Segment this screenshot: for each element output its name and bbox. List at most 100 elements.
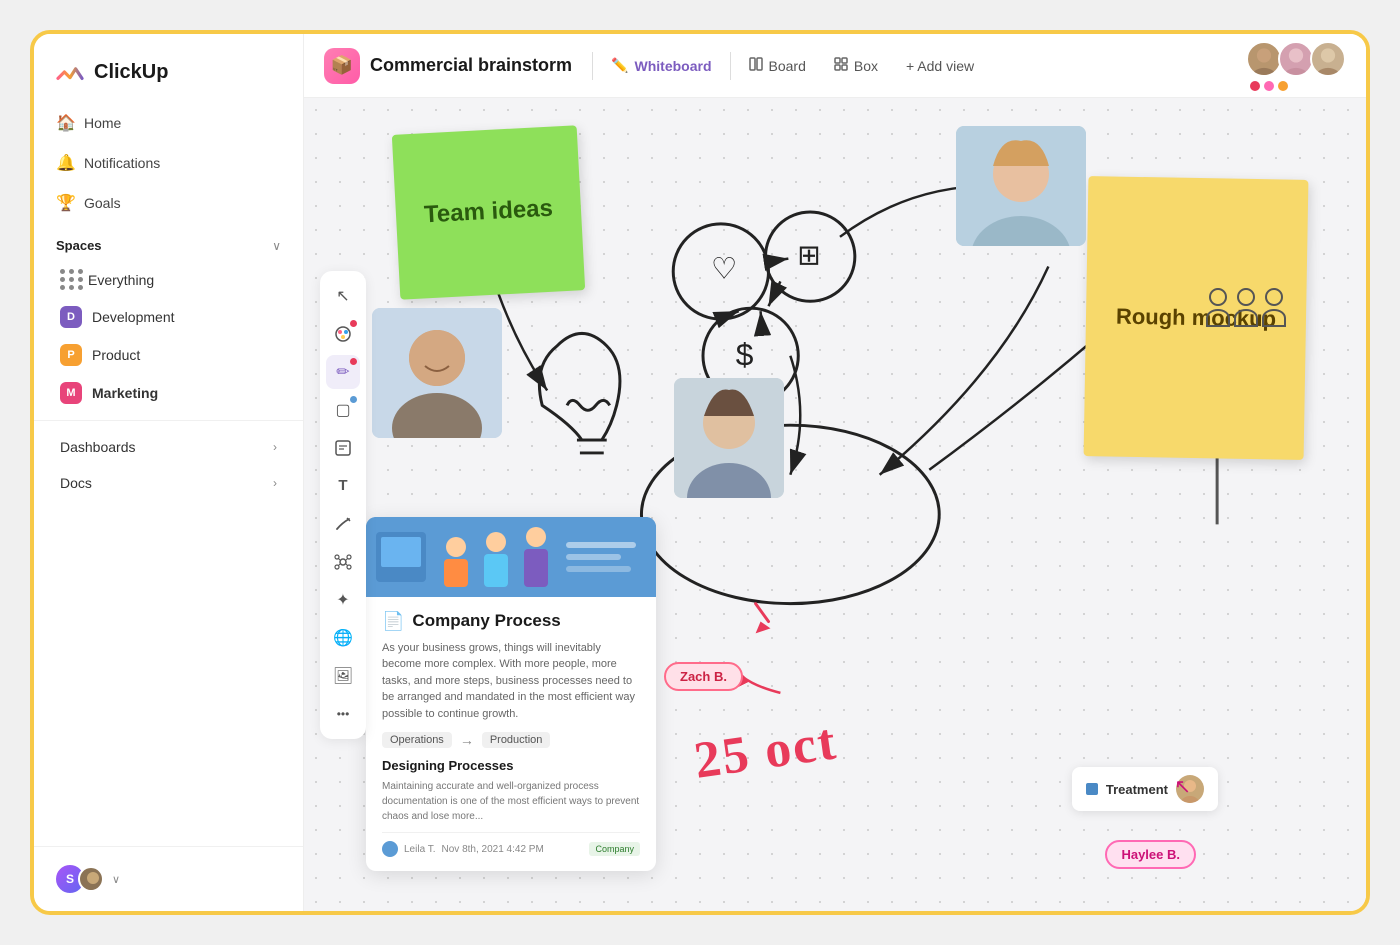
sidebar-item-marketing[interactable]: M Marketing [38, 374, 299, 412]
topbar-avatar-3 [1310, 41, 1346, 77]
dashboards-label: Dashboards [60, 439, 136, 455]
sidebar-item-notifications[interactable]: 🔔 Notifications [46, 144, 291, 182]
app-frame: ClickUp 🏠 Home 🔔 Notifications 🏆 Goals S… [30, 30, 1370, 915]
label-zach: Zach B. [664, 662, 743, 691]
doc-tag-operations: Operations [382, 732, 452, 748]
logo-area[interactable]: ClickUp [34, 34, 303, 104]
photo-woman-top [956, 126, 1086, 246]
sidebar-item-development[interactable]: D Development [38, 298, 299, 336]
goals-label: Goals [84, 195, 121, 211]
sidebar-item-product[interactable]: P Product [38, 336, 299, 374]
notifications-label: Notifications [84, 155, 160, 171]
doc-card-body: 📄 Company Process As your business grows… [366, 597, 656, 872]
product-badge: P [60, 344, 82, 366]
sidebar-nav: 🏠 Home 🔔 Notifications 🏆 Goals [34, 104, 303, 222]
person-icon-1 [1206, 288, 1230, 327]
photo-woman-center [674, 378, 784, 498]
doc-tag-production: Production [482, 732, 551, 748]
treatment-label: Treatment [1106, 782, 1168, 797]
topbar-avatars [1246, 41, 1346, 91]
footer-avatar-group[interactable]: S [54, 863, 104, 895]
topbar-avatar-1 [1246, 41, 1282, 77]
avatar-second [78, 866, 104, 892]
add-view-button[interactable]: + Add view [892, 52, 988, 80]
tab-whiteboard[interactable]: ✏️ Whiteboard [597, 51, 725, 80]
tool-more[interactable]: ••• [326, 697, 360, 731]
haylee-label-text: Haylee B. [1121, 847, 1180, 862]
people-icons [1206, 288, 1286, 327]
spaces-section-header: Spaces ∨ [34, 222, 303, 261]
doc-date: Nov 8th, 2021 4:42 PM [442, 844, 544, 855]
development-label: Development [92, 309, 175, 325]
tool-rectangle[interactable]: ▢ [326, 393, 360, 427]
docs-label: Docs [60, 475, 92, 491]
tool-text[interactable]: T [326, 469, 360, 503]
sidebar-item-everything[interactable]: Everything [38, 261, 299, 298]
doc-section-text: Maintaining accurate and well-organized … [382, 779, 640, 824]
doc-arrow-icon: → [460, 732, 474, 748]
main-area: 📦 Commercial brainstorm ✏️ Whiteboard Bo… [304, 34, 1366, 911]
tool-pencil-dot [350, 358, 357, 365]
sidebar-footer: S ∨ [34, 846, 303, 911]
tab-board[interactable]: Board [735, 51, 820, 80]
status-dot-3 [1278, 81, 1288, 91]
sidebar-item-home[interactable]: 🏠 Home [46, 104, 291, 142]
tool-sticky-note[interactable] [326, 431, 360, 465]
tool-sparkle[interactable]: ✦ [326, 583, 360, 617]
tool-pencil[interactable]: ✏ [326, 355, 360, 389]
sidebar-item-goals[interactable]: 🏆 Goals [46, 184, 291, 222]
doc-title-row: 📄 Company Process [382, 611, 640, 632]
board-icon [749, 57, 763, 74]
tool-palette[interactable] [326, 317, 360, 351]
doc-card-header [366, 517, 656, 597]
bell-icon: 🔔 [56, 153, 74, 173]
doc-page-icon: 📄 [382, 611, 404, 632]
marketing-label: Marketing [92, 385, 158, 401]
tool-image[interactable]: 🖼 [326, 659, 360, 693]
development-badge: D [60, 306, 82, 328]
topbar: 📦 Commercial brainstorm ✏️ Whiteboard Bo… [304, 34, 1366, 98]
clickup-logo-icon [54, 56, 86, 88]
doc-section-title: Designing Processes [382, 758, 640, 773]
topbar-avatar-row [1246, 41, 1346, 77]
tool-globe[interactable]: 🌐 [326, 621, 360, 655]
tool-palette-dot [350, 320, 357, 327]
person-icon-2 [1234, 288, 1258, 327]
sticky-green-text: Team ideas [423, 195, 553, 231]
whiteboard-icon: ✏️ [611, 57, 628, 74]
logo-text: ClickUp [94, 61, 168, 84]
sticky-note-green: Team ideas [392, 125, 585, 299]
footer-chevron-icon[interactable]: ∨ [112, 873, 120, 886]
doc-avatar [382, 841, 398, 857]
treatment-square-icon [1086, 783, 1098, 795]
sidebar-item-dashboards[interactable]: Dashboards › [38, 429, 299, 465]
topbar-divider [592, 52, 593, 80]
board-label: Board [769, 58, 806, 74]
topbar-avatar-2 [1278, 41, 1314, 77]
spaces-chevron-icon[interactable]: ∨ [272, 239, 281, 253]
tool-cursor[interactable]: ↖ [326, 279, 360, 313]
photo-man [372, 308, 502, 438]
dashboards-chevron-icon: › [273, 440, 277, 454]
canvas-toolbar: ↖ ✏ ▢ T [320, 271, 366, 739]
svg-text:♡: ♡ [711, 252, 738, 285]
doc-title: Company Process [412, 611, 560, 631]
doc-description: As your business grows, things will inev… [382, 640, 640, 723]
status-dot-1 [1250, 81, 1260, 91]
home-icon: 🏠 [56, 113, 74, 133]
everything-label: Everything [88, 272, 154, 288]
canvas-area[interactable]: ♡ ⊞ $ [304, 98, 1366, 911]
sidebar-item-docs[interactable]: Docs › [38, 465, 299, 501]
box-icon [834, 57, 848, 74]
label-haylee: Haylee B. [1105, 840, 1196, 869]
person-icon-3 [1262, 288, 1286, 327]
home-label: Home [84, 115, 121, 131]
trophy-icon: 🏆 [56, 193, 74, 213]
tab-box[interactable]: Box [820, 51, 892, 80]
svg-text:$: $ [736, 337, 754, 373]
tool-line[interactable] [326, 507, 360, 541]
date-text: 25 oct [691, 712, 841, 790]
tool-network[interactable] [326, 545, 360, 579]
status-dot-2 [1264, 81, 1274, 91]
document-card[interactable]: 📄 Company Process As your business grows… [366, 517, 656, 872]
